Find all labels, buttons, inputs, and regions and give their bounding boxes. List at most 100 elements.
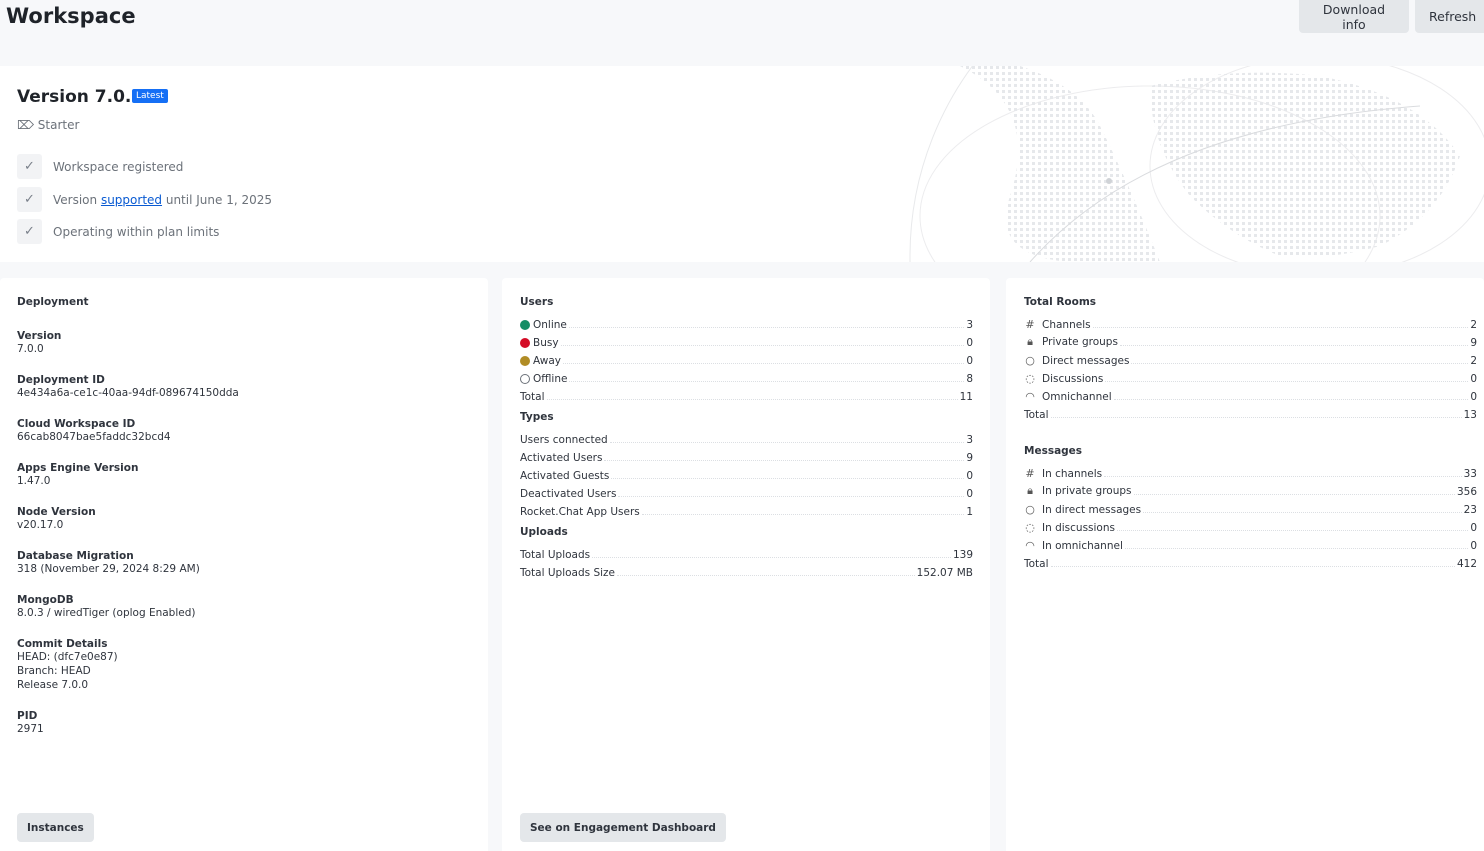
stat-label-text: In channels (1042, 467, 1103, 480)
stat-row: Total Uploads 139 (520, 543, 973, 561)
dotted-leader (611, 478, 965, 479)
dotted-leader (1050, 417, 1462, 418)
stat-value: 2 (1470, 319, 1477, 331)
stat-label: Busy (520, 337, 559, 349)
check-text: Workspace registered (53, 159, 184, 174)
stat-row: Rocket.Chat App Users 1 (520, 500, 973, 518)
section-title: Total Rooms (1024, 296, 1097, 308)
engagement-dashboard-button[interactable]: See on Engagement Dashboard (520, 813, 726, 842)
hash-icon: # (1025, 467, 1035, 480)
stats-section: Uploads Total Uploads 139 Total Uploads Siz… (520, 526, 973, 579)
stat-value: 33 (1463, 468, 1477, 480)
download-info-button[interactable]: Download info (1299, 0, 1409, 33)
stat-label-text: Discussions (1042, 372, 1104, 385)
dotted-leader (1131, 363, 1469, 364)
stat-row: Users connected 3 (520, 428, 973, 446)
stat-row: 🔒︎ In private groups 356 (1024, 480, 1477, 498)
stat-row: Activated Users 9 (520, 446, 973, 464)
check-registered: ✓ Workspace registered (17, 154, 183, 179)
stat-label-text: Total Uploads Size (520, 567, 616, 579)
stat-label: Deactivated Users (520, 488, 616, 500)
stat-label-text: Rocket.Chat App Users (520, 506, 640, 518)
dotted-leader (1133, 494, 1455, 495)
stat-label: Offline (520, 373, 567, 385)
stat-value: 0 (966, 488, 973, 500)
stat-row: Total 13 (1024, 403, 1477, 421)
instances-button[interactable]: Instances (17, 813, 94, 842)
deployment-field: Node Version v20.17.0 (17, 506, 471, 532)
field-value: 2971 (17, 723, 44, 735)
field-label: Database Migration (17, 550, 134, 562)
section-title: Messages (1024, 445, 1083, 457)
chat-icon: ○ (1025, 354, 1035, 367)
deployment-field: Database Migration 318 (November 29, 2024… (17, 550, 471, 576)
stat-value: 9 (966, 452, 973, 464)
version-card: Version 7.0.0 Latest ⌦ Starter ✓ Workspac… (0, 66, 1484, 262)
stat-label-text: Online (533, 319, 567, 331)
lock-icon: 🔒︎ (1027, 484, 1033, 497)
stat-row: Total Uploads Size 152.07 MB (520, 561, 973, 579)
plan-icon: ⌦ (17, 118, 34, 132)
stat-label: Activated Guests (520, 470, 609, 482)
status-offline-icon (520, 374, 530, 384)
stat-label-text: Private groups (1042, 336, 1118, 348)
stat-label-text: Activated Guests (520, 470, 610, 482)
section-title: Types (520, 411, 554, 423)
stats-section: Users Online 3 Busy 0 Away 0 Offline 8 Total 11 (520, 296, 973, 403)
stat-value: 0 (966, 337, 973, 349)
field-label: Apps Engine Version (17, 462, 139, 474)
deployment-field: Cloud Workspace ID 66cab8047bae5faddc32bc… (17, 418, 471, 444)
stat-row: # Channels 2 (1024, 313, 1477, 331)
stat-label: # Channels (1024, 318, 1090, 331)
stat-label: ◠ In omnichannel (1024, 539, 1123, 552)
dotted-leader (1124, 548, 1469, 549)
stat-value: 0 (966, 470, 973, 482)
stat-label: Rocket.Chat App Users (520, 506, 640, 518)
field-value: Release 7.0.0 (17, 679, 89, 691)
stat-label: Activated Users (520, 452, 602, 464)
stat-label: ◌ Discussions (1024, 372, 1103, 385)
stat-value: 2 (1470, 355, 1477, 367)
stat-label: ◠ Omnichannel (1024, 390, 1111, 403)
stat-value: 0 (1470, 540, 1477, 552)
headset-icon: ◠ (1025, 390, 1035, 403)
rooms-card: Total Rooms # Channels 2 🔒︎ Private groups 9 ○ D… (1006, 278, 1484, 851)
stat-label: Total Uploads (520, 549, 590, 561)
stat-label: 🔒︎ Private groups (1024, 335, 1118, 349)
stat-row: # In channels 33 (1024, 462, 1477, 480)
stat-value: 11 (959, 391, 973, 403)
deployment-field: Version 7.0.0 (17, 330, 471, 356)
dotted-leader (617, 575, 915, 576)
stat-value: 0 (966, 355, 973, 367)
hash-icon: # (1025, 318, 1035, 331)
refresh-button[interactable]: Refresh (1415, 0, 1484, 33)
stat-row: Total 412 (1024, 552, 1477, 570)
stat-value: 1 (966, 506, 973, 518)
deployment-field: Commit Details HEAD: (dfc7e0e87) Branch: H… (17, 638, 471, 692)
stat-label: Users connected (520, 434, 608, 446)
stat-label: Total (1024, 558, 1049, 570)
status-online-icon (520, 320, 530, 330)
dotted-leader (1119, 345, 1469, 346)
stat-value: 412 (1456, 558, 1477, 570)
stat-label-text: Total (520, 391, 545, 403)
stat-label-text: Offline (533, 373, 568, 385)
field-label: MongoDB (17, 594, 74, 606)
stat-label: Online (520, 319, 567, 331)
stat-value: 0 (1470, 391, 1477, 403)
check-icon: ✓ (17, 187, 42, 212)
stat-row: ◠ Omnichannel 0 (1024, 385, 1477, 403)
usage-card: Users Online 3 Busy 0 Away 0 Offline 8 Total 11 Typ… (502, 278, 990, 851)
field-value: 66cab8047bae5faddc32bcd4 (17, 431, 171, 443)
dotted-leader (604, 460, 965, 461)
field-value: 8.0.3 / wiredTiger (oplog Enabled) (17, 607, 196, 619)
field-label: Version (17, 330, 62, 342)
field-label: Cloud Workspace ID (17, 418, 136, 430)
supported-link[interactable]: supported (101, 193, 162, 207)
deployment-card: Deployment Version 7.0.0 Deployment ID 4e43… (0, 278, 488, 851)
stat-label-text: Total Uploads (520, 549, 591, 561)
field-value: v20.17.0 (17, 519, 64, 531)
field-value: Branch: HEAD (17, 665, 91, 677)
globe-illustration (909, 66, 1484, 262)
dotted-leader (1050, 566, 1455, 567)
